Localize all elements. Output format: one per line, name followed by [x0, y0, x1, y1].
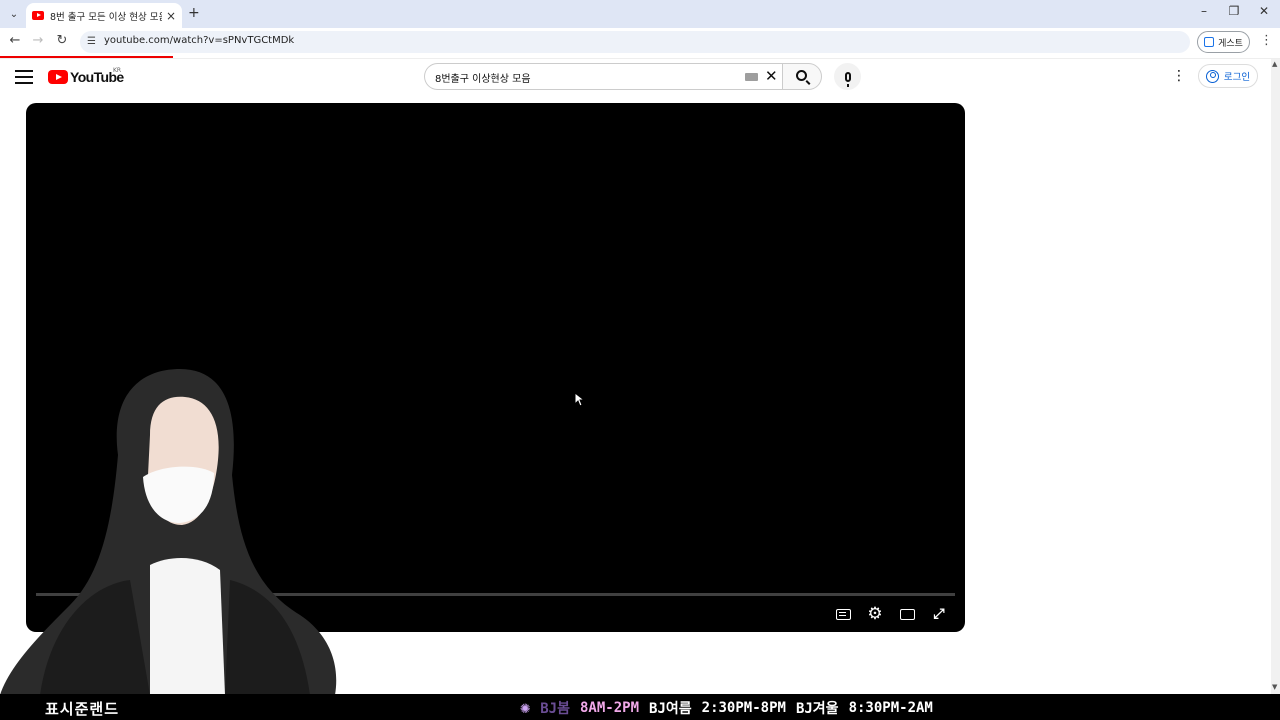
close-window-button[interactable]: ✕ — [1254, 4, 1274, 18]
tab-close-icon[interactable]: × — [166, 9, 176, 23]
flower-icon: ✺ — [520, 698, 531, 718]
back-arrow-icon[interactable]: ← — [6, 33, 24, 48]
fullscreen-icon: ⤢ — [933, 606, 945, 622]
restore-button[interactable]: ❐ — [1224, 4, 1244, 18]
address-bar[interactable]: ☰ youtube.com/watch?v=sPNvTGCtMDk — [80, 31, 1190, 53]
browser-menu-icon[interactable]: ⋮ — [1260, 33, 1273, 48]
voice-search-button[interactable] — [834, 63, 861, 90]
guest-profile-button[interactable]: 게스트 — [1197, 31, 1250, 53]
page-scrollbar[interactable] — [1271, 59, 1280, 694]
sign-in-button[interactable]: 로그인 — [1198, 64, 1258, 88]
account-circle-icon — [1205, 69, 1219, 83]
stream-schedule: ✺ BJ봄 8AM-2PM BJ여름 2:30PM-8PM BJ겨울 8:30P… — [520, 698, 933, 718]
forward-arrow-icon[interactable]: → — [29, 33, 47, 48]
fullscreen-button[interactable]: ⤢ — [930, 605, 948, 623]
youtube-favicon-icon — [32, 11, 44, 20]
settings-button[interactable]: ⚙ — [866, 605, 884, 623]
gear-icon: ⚙ — [867, 603, 883, 624]
scroll-down-arrow-icon[interactable]: ▼ — [1272, 683, 1277, 691]
search-button[interactable] — [782, 63, 822, 90]
guest-label: 게스트 — [1218, 38, 1243, 49]
theater-mode-button[interactable] — [898, 605, 916, 623]
tab-title: 8번 출구 모든 이상 현상 모음 — [50, 11, 162, 23]
microphone-icon — [844, 71, 851, 87]
youtube-settings-menu-icon[interactable]: ⋮ — [1172, 68, 1186, 84]
tab-search-chevron-icon[interactable]: ⌄ — [4, 4, 24, 24]
browser-tab-strip: ⌄ 8번 출구 모든 이상 현상 모음 × + – ❐ ✕ — [0, 0, 1280, 28]
schedule-label-3: BJ겨울 — [795, 701, 839, 717]
clear-search-icon[interactable]: ✕ — [765, 67, 778, 85]
youtube-play-icon — [48, 70, 68, 84]
schedule-label-1: BJ봄 — [540, 701, 570, 717]
webcam-overlay — [0, 369, 337, 695]
theater-mode-icon — [899, 608, 915, 620]
scroll-up-arrow-icon[interactable]: ▲ — [1272, 60, 1277, 68]
browser-tab[interactable]: 8번 출구 모든 이상 현상 모음 × — [26, 3, 182, 28]
search-icon — [795, 70, 807, 81]
stream-banner: 표시준랜드 ✺ BJ봄 8AM-2PM BJ여름 2:30PM-8PM BJ겨울… — [0, 694, 1280, 720]
sign-in-label: 로그인 — [1223, 72, 1251, 83]
site-info-icon[interactable]: ☰ — [87, 36, 96, 47]
keyboard-icon[interactable] — [745, 73, 758, 81]
schedule-label-2: BJ여름 — [649, 701, 692, 717]
region-code: KR — [113, 67, 122, 74]
profile-icon — [1204, 37, 1215, 47]
new-tab-button[interactable]: + — [188, 5, 200, 21]
reload-icon[interactable]: ↻ — [53, 33, 71, 48]
screen: ⌄ 8번 출구 모든 이상 현상 모음 × + – ❐ ✕ ← → ↻ ☰ yo… — [0, 0, 1280, 720]
search-input[interactable]: 8번출구 이상현상 모음 ✕ — [424, 63, 782, 90]
subtitles-button[interactable] — [834, 605, 852, 623]
subtitles-icon — [835, 608, 851, 620]
browser-toolbar: ← → ↻ ☰ youtube.com/watch?v=sPNvTGCtMDk — [0, 28, 1280, 56]
schedule-time-2: 2:30PM-8PM — [701, 700, 786, 716]
stream-brand-title: 표시준랜드 — [45, 700, 120, 718]
search-query-text: 8번출구 이상현상 모음 — [435, 74, 531, 85]
schedule-time-1: 8AM-2PM — [580, 700, 640, 716]
minimize-button[interactable]: – — [1194, 4, 1214, 18]
schedule-time-3: 8:30PM-2AM — [848, 700, 933, 716]
divider — [0, 58, 1280, 59]
hamburger-menu-icon[interactable] — [15, 70, 33, 84]
url-text: youtube.com/watch?v=sPNvTGCtMDk — [104, 35, 295, 46]
